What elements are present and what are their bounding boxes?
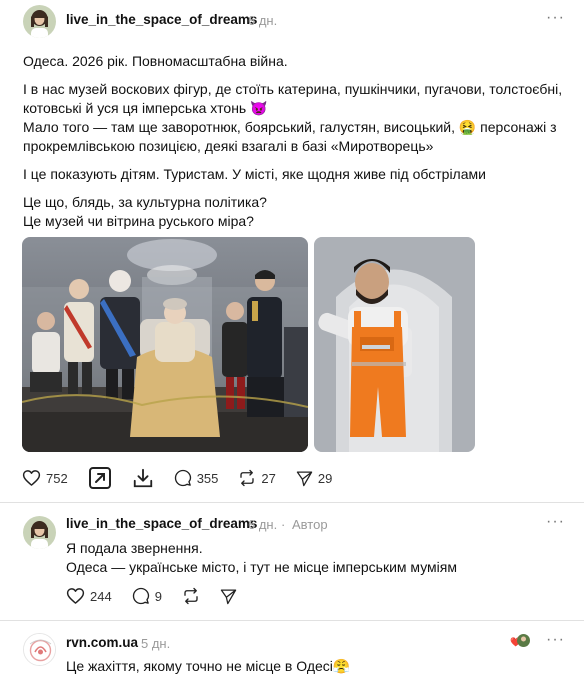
vomit-emoji: 🤮 [458, 119, 477, 135]
more-options-icon[interactable]: ··· [546, 631, 565, 649]
avatar[interactable] [23, 516, 56, 549]
repost-icon [184, 587, 198, 605]
main-post: live_in_the_space_of_dreams 6 дн. ··· Од… [0, 0, 584, 500]
reply-username[interactable]: live_in_the_space_of_dreams [66, 516, 257, 531]
comment-button[interactable]: 9 [132, 587, 162, 605]
comment-time[interactable]: 5 дн. [141, 636, 170, 651]
download-button[interactable] [132, 467, 154, 489]
share-count: 29 [317, 470, 333, 486]
avatar[interactable] [23, 5, 56, 38]
post-action-bar: 752 355 27 29 [22, 466, 352, 490]
reaction-badge[interactable]: ❤️ [510, 634, 530, 650]
reply-count: 9 [154, 588, 162, 604]
reply-count: 355 [196, 470, 219, 486]
like-button[interactable]: 244 [66, 587, 112, 605]
text-segment: персонажі з [476, 119, 557, 135]
repost-button[interactable] [182, 587, 200, 605]
send-icon [296, 470, 313, 486]
repost-count: 27 [261, 470, 276, 486]
external-share-button[interactable] [88, 466, 112, 490]
download-icon [133, 468, 152, 488]
author-badge: Автор [292, 517, 328, 532]
reply-time[interactable]: 6 дн. [248, 517, 277, 532]
external-share-icon [88, 467, 111, 489]
post-time[interactable]: 6 дн. [248, 13, 277, 28]
avatar[interactable] [23, 633, 56, 666]
comment-button[interactable]: 355 [174, 469, 219, 487]
post-text-line: Це що, блядь, за культурна політика? [23, 194, 267, 210]
post-photo-wax-figures[interactable] [22, 237, 308, 452]
post-text-line: котовські й уся ця імперська хтонь 👿 [23, 100, 268, 116]
heart-icon [66, 588, 85, 604]
post-text-line: прокремлівською позицією, деякі взагалі … [23, 138, 434, 154]
like-count: 752 [46, 470, 68, 486]
like-button[interactable]: 752 [22, 469, 68, 487]
send-button[interactable] [220, 588, 237, 605]
more-options-icon[interactable]: ··· [546, 513, 565, 531]
angry-emoji: 😤 [332, 658, 351, 674]
reply-text-line: Я подала звернення. [66, 540, 203, 556]
post-text-line: І це показують дітям. Туристам. У місті,… [23, 166, 486, 182]
repost-button[interactable]: 27 [238, 469, 276, 487]
post-username[interactable]: live_in_the_space_of_dreams [66, 12, 257, 27]
post-text-line: І в нас музей воскових фігур, де стоїть … [23, 81, 563, 97]
separator-dot: · [281, 517, 286, 532]
comment-icon [174, 469, 191, 487]
post-text-line: Одеса. 2026 рік. Повномасштабна війна. [23, 53, 288, 69]
heart-icon [22, 470, 41, 486]
post-text-line: Це музей чи вітрина руського міра? [23, 213, 254, 229]
comment-username[interactable]: rvn.com.ua [66, 635, 138, 650]
comment-text-line: Це жахіття, якому точно не місце в Одесі… [66, 657, 350, 676]
author-reply: live_in_the_space_of_dreams 6 дн. · Авто… [0, 503, 584, 619]
post-text-line: Мало того — там ще заворотнюк, боярський… [23, 118, 557, 137]
repost-icon [240, 469, 255, 487]
send-icon [220, 588, 237, 604]
post-photo-orange-overalls[interactable] [314, 237, 475, 452]
text-segment: Мало того — там ще заворотнюк, боярський… [23, 119, 459, 135]
reactor-avatar [517, 634, 530, 647]
reply-action-bar: 244 9 [66, 587, 257, 605]
reply-text-line: Одеса — українське місто, і тут не місце… [66, 559, 457, 575]
like-count: 244 [90, 588, 112, 604]
send-button[interactable]: 29 [296, 470, 332, 487]
comment-icon [132, 587, 149, 605]
more-options-icon[interactable]: ··· [546, 9, 565, 27]
comment-post: rvn.com.ua 5 дн. ❤️ ··· Це жахіття, яком… [0, 621, 584, 685]
comment-text: Це жахіття, якому точно не місце в Одесі [66, 658, 333, 674]
